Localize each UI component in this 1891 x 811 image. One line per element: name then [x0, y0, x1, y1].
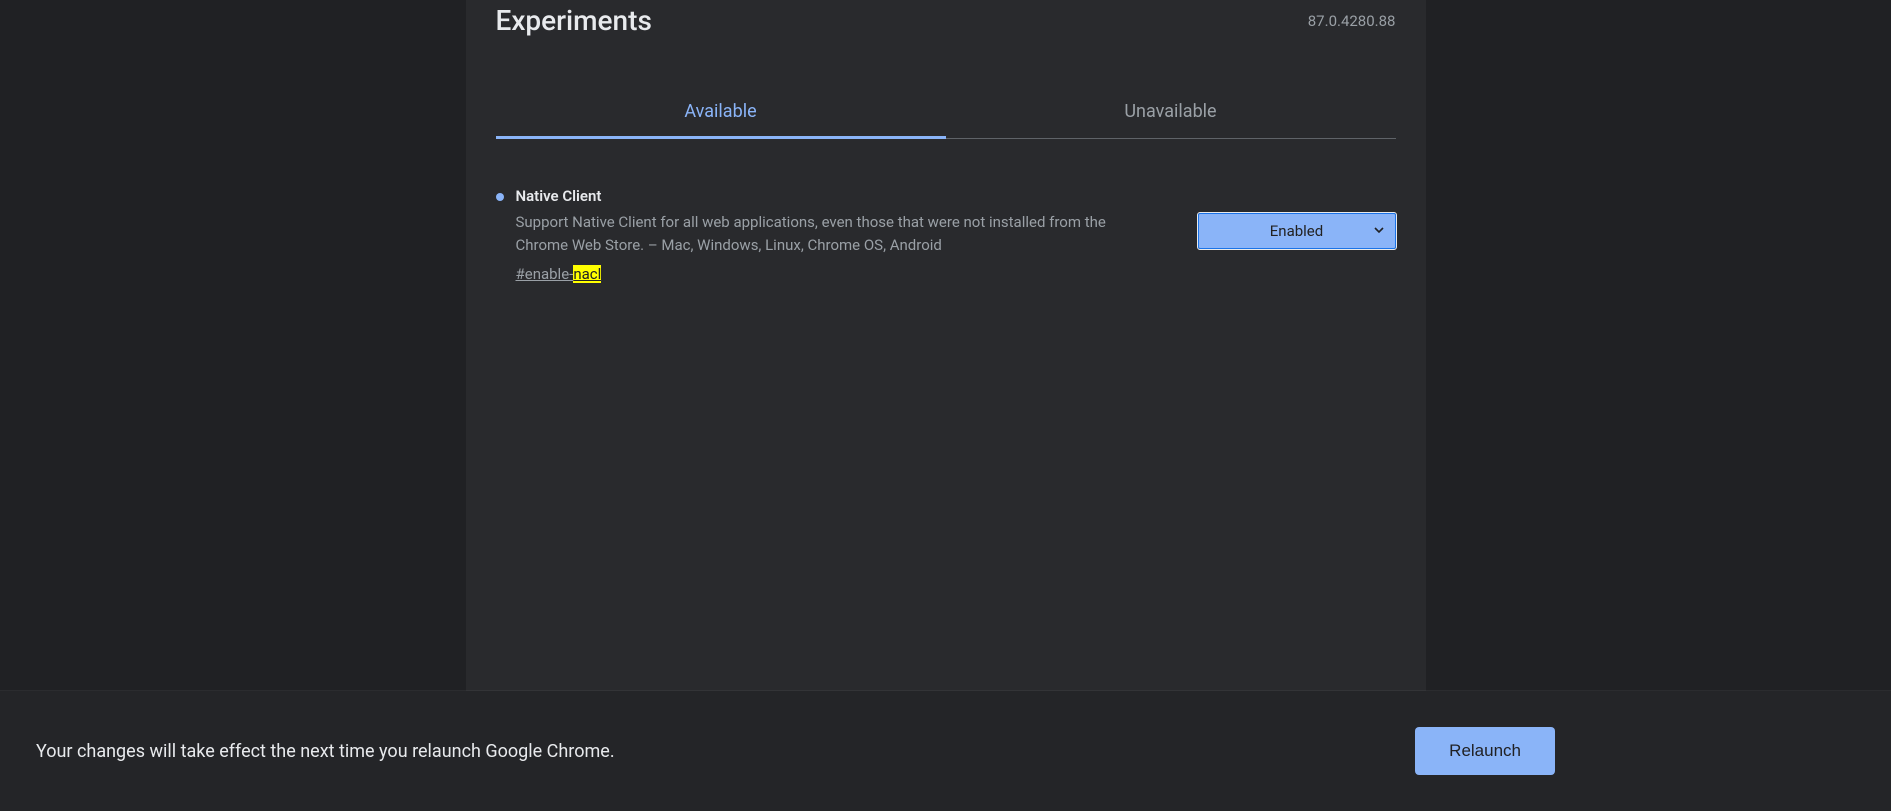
experiment-hash-link[interactable]: #enable-nacl	[516, 265, 602, 283]
chevron-down-icon	[1373, 222, 1385, 240]
header: Experiments 87.0.4280.88	[496, 0, 1396, 37]
experiments-page: Experiments 87.0.4280.88 Available Unava…	[466, 0, 1426, 811]
modified-dot-icon	[496, 193, 504, 201]
experiment-text: Native Client Support Native Client for …	[496, 187, 1158, 283]
relaunch-button[interactable]: Relaunch	[1415, 727, 1555, 775]
experiment-title: Native Client	[516, 187, 1158, 205]
hash-prefix: #enable-	[516, 265, 574, 283]
experiment-description: Support Native Client for all web applic…	[516, 211, 1158, 258]
hash-highlight: nacl	[573, 265, 601, 283]
experiment-row: Native Client Support Native Client for …	[496, 187, 1396, 283]
version-label: 87.0.4280.88	[1308, 12, 1396, 30]
experiment-state-select[interactable]: Enabled	[1198, 213, 1396, 249]
page-title: Experiments	[496, 4, 652, 37]
tabs: Available Unavailable	[496, 85, 1396, 139]
tab-available[interactable]: Available	[496, 85, 946, 138]
restart-message: Your changes will take effect the next t…	[36, 741, 615, 762]
experiment-control: Enabled	[1198, 187, 1396, 283]
restart-bar: Your changes will take effect the next t…	[0, 691, 1891, 811]
select-value: Enabled	[1270, 222, 1323, 240]
tab-unavailable[interactable]: Unavailable	[946, 85, 1396, 138]
